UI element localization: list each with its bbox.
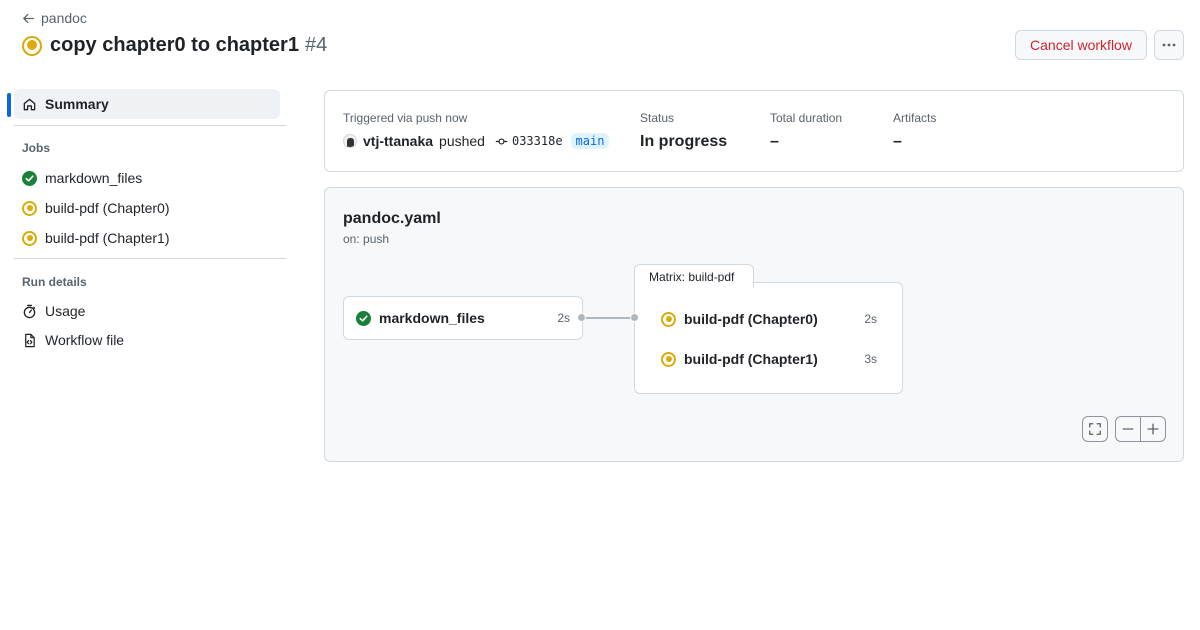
back-link-label: pandoc [41,10,87,26]
fit-to-screen-button[interactable] [1082,416,1108,442]
sidebar-item-label: Usage [45,303,86,319]
plus-icon [1147,423,1159,435]
artifacts-value: – [893,133,902,150]
duration-value: – [770,133,779,150]
graph-connector [581,317,635,319]
in-progress-icon [22,200,37,216]
graph-job-markdown-files[interactable]: markdown_files 2s [343,296,583,340]
graph-job-build-pdf-chapter1[interactable]: build-pdf (Chapter1) 3s [661,351,877,367]
branch-label[interactable]: main [570,133,610,149]
more-options-button[interactable] [1154,30,1184,60]
page-title: copy chapter0 to chapter1 [50,34,299,56]
trigger-label: Triggered via push now [343,111,468,125]
sidebar-job-build-pdf-chapter1[interactable]: build-pdf (Chapter1) [22,230,170,246]
in-progress-icon [661,351,676,367]
zoom-in-button[interactable] [1141,417,1165,441]
workflow-graph: pandoc.yaml on: push markdown_files 2s M… [324,187,1184,462]
check-circle-icon [356,310,371,326]
git-commit-icon [495,137,508,145]
connector-dot [577,313,586,322]
trigger-details: vtj-ttanaka pushed 033318e main [343,133,610,149]
active-nav-indicator [7,93,11,117]
job-label: build-pdf (Chapter0) [684,311,818,327]
matrix-tab-join [635,282,753,284]
sidebar-item-workflow-file[interactable]: Workflow file [22,332,124,348]
workflow-file-name: pandoc.yaml [343,210,441,227]
connector-dot [630,313,639,322]
sidebar-item-summary[interactable]: Summary [14,89,280,119]
graph-job-build-pdf-chapter0[interactable]: build-pdf (Chapter0) 2s [661,311,877,327]
status-label: Status [640,111,675,125]
sidebar-item-usage[interactable]: Usage [22,303,85,319]
cancel-workflow-button[interactable]: Cancel workflow [1015,30,1147,60]
sidebar-item-label: Workflow file [45,332,125,348]
sidebar-item-label: markdown_files [45,170,143,186]
job-label: build-pdf (Chapter1) [684,351,818,367]
status-value: In progress [640,133,728,150]
sidebar-job-build-pdf-chapter0[interactable]: build-pdf (Chapter0) [22,200,170,216]
run-details-heading: Run details [22,275,87,289]
in-progress-icon [22,230,37,246]
in-progress-icon [661,311,676,327]
zoom-controls [1115,416,1166,442]
run-number: #4 [304,34,328,56]
stopwatch-icon [23,304,36,318]
file-code-icon [25,333,35,347]
job-duration: 2s [864,312,877,326]
avatar[interactable] [343,134,357,148]
sidebar-item-label: Summary [45,96,109,112]
home-icon [23,98,36,110]
job-label: markdown_files [379,310,485,326]
matrix-label: Matrix: build-pdf [634,264,754,288]
divider [14,258,286,259]
in-progress-status-icon [22,35,42,56]
actor-link[interactable]: vtj-ttanaka [363,133,433,149]
workflow-trigger: on: push [343,232,390,246]
job-duration: 3s [864,352,877,366]
check-circle-icon [22,170,37,186]
run-summary-card: Triggered via push now vtj-ttanaka pushe… [324,90,1184,172]
screen-full-icon [1089,423,1101,435]
commit-link[interactable]: 033318e [495,134,563,148]
back-link[interactable]: pandoc [22,10,87,26]
sidebar-item-label: build-pdf (Chapter1) [45,230,170,246]
zoom-out-button[interactable] [1116,417,1141,441]
commit-sha: 033318e [511,134,563,148]
page-title-row: copy chapter0 to chapter1 #4 [22,34,327,57]
trigger-action: pushed [439,133,485,149]
arrow-left-icon [23,13,35,23]
duration-label: Total duration [770,111,843,125]
minus-icon [1122,428,1134,430]
divider [14,125,286,126]
sidebar-job-markdown-files[interactable]: markdown_files [22,170,142,186]
kebab-horizontal-icon [1162,43,1176,47]
job-duration: 2s [557,311,570,325]
jobs-heading: Jobs [22,141,51,155]
sidebar-item-label: build-pdf (Chapter0) [45,200,170,216]
artifacts-label: Artifacts [893,111,937,125]
matrix-group: build-pdf (Chapter0) 2s build-pdf (Chapt… [634,282,903,394]
